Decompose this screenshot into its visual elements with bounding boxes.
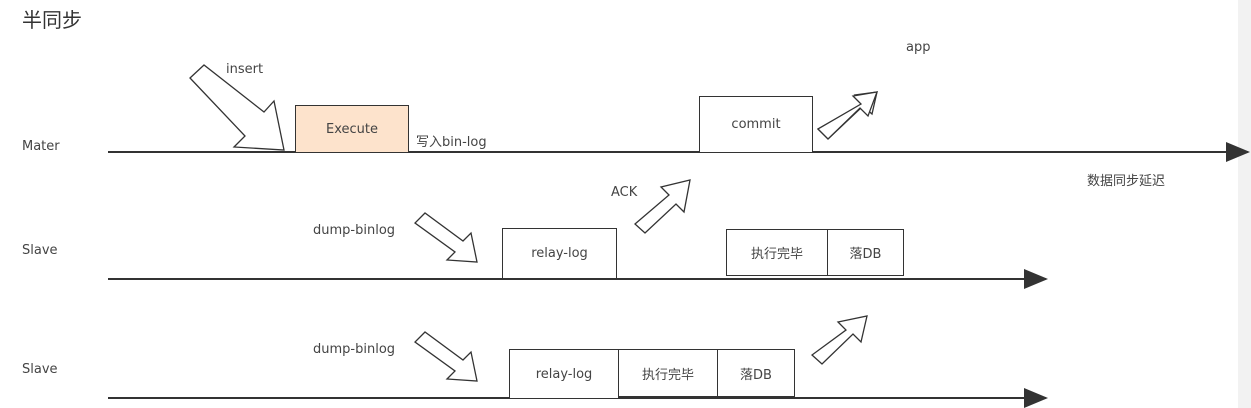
ack-label: ACK: [611, 185, 638, 200]
dump1-arrow-icon: [414, 212, 478, 263]
app-label: app: [906, 40, 931, 55]
slave1-lane-label: Slave: [22, 243, 58, 258]
page-title: 半同步: [22, 8, 82, 32]
dump2-arrow-icon: [414, 331, 478, 382]
insert-arrow-icon: [189, 64, 285, 151]
slave2-lane-label: Slave: [22, 362, 58, 377]
to-db-box-2: 落DB: [717, 349, 795, 397]
write-binlog-label: 写入bin-log: [416, 135, 487, 150]
app-arrow-icon: [816, 91, 879, 140]
dump-binlog-label-1: dump-binlog: [313, 223, 396, 238]
exec-done-box-1: 执行完毕: [726, 229, 828, 276]
commit-box: commit: [699, 96, 813, 153]
execute-box: Execute: [295, 105, 409, 153]
to-db-box-1: 落DB: [827, 229, 904, 276]
exec-done-box-2: 执行完毕: [618, 349, 718, 397]
sync-delay-label: 数据同步延迟: [1087, 174, 1166, 189]
relay-log-box-2: relay-log: [509, 349, 619, 399]
dump-binlog-label-2: dump-binlog: [313, 342, 396, 357]
relay-log-box-1: relay-log: [502, 228, 617, 279]
insert-label: insert: [226, 62, 264, 77]
ack-arrow-icon: [634, 179, 691, 234]
master-lane-label: Mater: [22, 139, 60, 154]
slave2-up-arrow-icon: [810, 315, 868, 365]
diagram-lines: [108, 64, 1250, 408]
